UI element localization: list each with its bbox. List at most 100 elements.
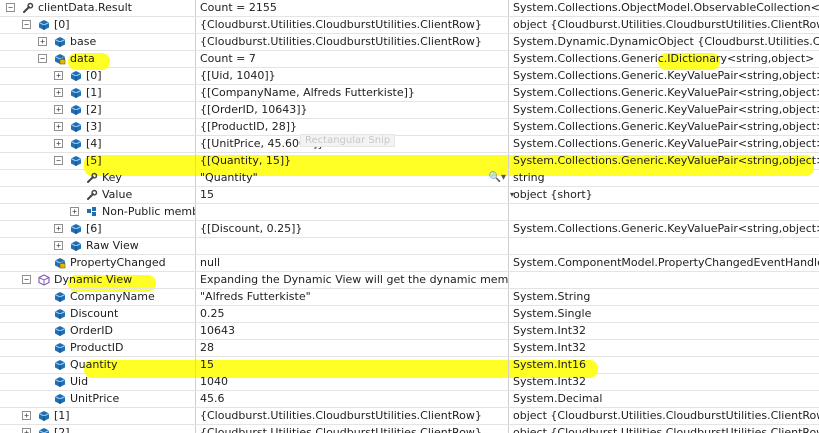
row-name: OrderID bbox=[70, 324, 113, 337]
row-name: [2] bbox=[54, 426, 70, 433]
table-row[interactable]: + [1] {[CompanyName, Alfreds Futterkiste]}… bbox=[0, 85, 819, 102]
collapse-icon[interactable]: − bbox=[22, 20, 31, 29]
table-row[interactable]: + [0] {[Uid, 1040]} System.Collections.Gene… bbox=[0, 68, 819, 85]
value-cell[interactable]: 45.6 bbox=[197, 391, 509, 407]
table-row[interactable]: − clientData.Result Count = 2155 System.Col… bbox=[0, 0, 819, 17]
expand-icon[interactable]: + bbox=[22, 411, 31, 420]
table-row[interactable]: + [2] {[OrderID, 10643]} System.Collections… bbox=[0, 102, 819, 119]
value-cell[interactable]: {[ProductID, 28]} bbox=[197, 119, 509, 135]
name-cell: + [1] bbox=[0, 85, 196, 101]
type-cell: System.Int32 bbox=[510, 323, 819, 339]
table-row[interactable]: + [1] {Cloudburst.Utilities.CloudburstUtil… bbox=[0, 408, 819, 425]
expand-icon[interactable]: + bbox=[22, 428, 31, 433]
type-cell: System.Int16 bbox=[510, 357, 819, 373]
table-row[interactable]: + [3] {[ProductID, 28]} System.Collections.… bbox=[0, 119, 819, 136]
collapse-icon[interactable]: − bbox=[22, 275, 31, 284]
row-type: object {Cloudburst.Utilities.CloudburstU… bbox=[513, 426, 819, 433]
cube-icon bbox=[70, 70, 82, 82]
table-row[interactable]: − data Count = 7 System.Collections.Generic… bbox=[0, 51, 819, 68]
name-cell: PropertyChanged bbox=[0, 255, 196, 271]
name-cell: Key bbox=[0, 170, 196, 186]
table-row[interactable]: + [4] {[UnitPrice, 45.6000]} System.Collect… bbox=[0, 136, 819, 153]
table-row[interactable]: − [0] {Cloudburst.Utilities.CloudburstUtil… bbox=[0, 17, 819, 34]
value-cell[interactable]: Count = 2155 bbox=[197, 0, 509, 16]
snip-tool-label: Rectangular Snip bbox=[300, 134, 396, 147]
table-row[interactable]: + [2] {Cloudburst.Utilities.CloudburstUtil… bbox=[0, 425, 819, 433]
name-cell: Quantity bbox=[0, 357, 196, 373]
collapse-icon[interactable]: − bbox=[54, 156, 63, 165]
row-type: System.Int32 bbox=[513, 375, 587, 388]
value-cell[interactable] bbox=[197, 204, 509, 220]
value-cell[interactable]: {Cloudburst.Utilities.CloudburstUtilitie… bbox=[197, 408, 509, 424]
cube-icon bbox=[70, 240, 82, 252]
cube-icon bbox=[54, 376, 66, 388]
row-name: [1] bbox=[54, 409, 70, 422]
value-cell[interactable]: {Cloudburst.Utilities.CloudburstUtilitie… bbox=[197, 17, 509, 33]
table-row[interactable]: UnitPrice 45.6 System.Decimal bbox=[0, 391, 819, 408]
table-row[interactable]: PropertyChanged null System.ComponentModel… bbox=[0, 255, 819, 272]
expand-icon[interactable]: + bbox=[54, 88, 63, 97]
expand-icon[interactable]: + bbox=[54, 122, 63, 131]
table-row[interactable]: + [6] {[Discount, 0.25]} System.Collections… bbox=[0, 221, 819, 238]
value-cell[interactable]: {[Discount, 0.25]} bbox=[197, 221, 509, 237]
table-row[interactable]: Discount 0.25 System.Single bbox=[0, 306, 819, 323]
expand-icon[interactable]: + bbox=[54, 224, 63, 233]
expand-icon[interactable]: + bbox=[54, 241, 63, 250]
value-cell[interactable]: Count = 7 bbox=[197, 51, 509, 67]
value-cell[interactable]: {Cloudburst.Utilities.CloudburstUtilitie… bbox=[197, 425, 509, 433]
value-cell[interactable]: {[Uid, 1040]} bbox=[197, 68, 509, 84]
value-cell[interactable]: 28 bbox=[197, 340, 509, 356]
value-cell[interactable]: {[CompanyName, Alfreds Futterkiste]} bbox=[197, 85, 509, 101]
value-cell[interactable]: 1040 bbox=[197, 374, 509, 390]
type-cell: System.Collections.Generic.KeyValuePair<… bbox=[510, 102, 819, 118]
value-cell[interactable]: Expanding the Dynamic View will get the … bbox=[197, 272, 509, 288]
value-cell[interactable]: {[Quantity, 15]} bbox=[197, 153, 509, 169]
expand-icon[interactable]: + bbox=[70, 207, 79, 216]
table-row[interactable]: + Raw View bbox=[0, 238, 819, 255]
row-type: System.String bbox=[513, 290, 591, 303]
table-row[interactable]: + base {Cloudburst.Utilities.CloudburstUti… bbox=[0, 34, 819, 51]
table-row[interactable]: + Non-Public members bbox=[0, 204, 819, 221]
table-row[interactable]: Value 15 ▾ object {short} bbox=[0, 187, 819, 204]
row-type: System.Collections.Generic.KeyValuePair<… bbox=[513, 222, 819, 235]
table-row[interactable]: ProductID 28 System.Int32 bbox=[0, 340, 819, 357]
value-cell[interactable] bbox=[197, 238, 509, 254]
expand-icon[interactable]: + bbox=[54, 139, 63, 148]
value-cell[interactable]: {[OrderID, 10643]} bbox=[197, 102, 509, 118]
value-cell[interactable]: 10643 bbox=[197, 323, 509, 339]
row-name: PropertyChanged bbox=[70, 256, 166, 269]
wrench-icon bbox=[22, 2, 34, 14]
value-cell[interactable]: {Cloudburst.Utilities.CloudburstUtilitie… bbox=[197, 34, 509, 50]
row-value: "Quantity" bbox=[200, 171, 258, 184]
table-row[interactable]: Uid 1040 System.Int32 bbox=[0, 374, 819, 391]
value-cell[interactable]: "Alfreds Futterkiste" bbox=[197, 289, 509, 305]
type-cell: System.Collections.Generic.KeyValuePair<… bbox=[510, 119, 819, 135]
table-row[interactable]: CompanyName "Alfreds Futterkiste" System.S… bbox=[0, 289, 819, 306]
chevron-down-icon[interactable]: ▾ bbox=[510, 187, 514, 203]
row-value: 15 bbox=[200, 188, 214, 201]
collapse-icon[interactable]: − bbox=[38, 54, 47, 63]
collapse-icon[interactable]: − bbox=[6, 3, 15, 12]
type-cell: System.Collections.Generic.KeyValuePair<… bbox=[510, 85, 819, 101]
value-cell[interactable]: "Quantity" 🔍▾ bbox=[197, 170, 509, 186]
table-row[interactable]: − [5] {[Quantity, 15]} System.Collections.G… bbox=[0, 153, 819, 170]
row-value: 0.25 bbox=[200, 307, 225, 320]
table-row[interactable]: − Dynamic View Expanding the Dynamic View … bbox=[0, 272, 819, 289]
value-cell[interactable]: null bbox=[197, 255, 509, 271]
value-cell[interactable]: 0.25 bbox=[197, 306, 509, 322]
table-row[interactable]: Key "Quantity" 🔍▾ string bbox=[0, 170, 819, 187]
row-type: System.Int32 bbox=[513, 341, 587, 354]
cube-icon bbox=[38, 19, 50, 31]
value-cell[interactable]: 15 bbox=[197, 357, 509, 373]
visualizer-icon[interactable]: 🔍▾ bbox=[489, 170, 506, 186]
expand-icon[interactable]: + bbox=[54, 71, 63, 80]
value-cell[interactable]: 15 bbox=[197, 187, 509, 203]
table-row[interactable]: OrderID 10643 System.Int32 bbox=[0, 323, 819, 340]
expand-icon[interactable]: + bbox=[54, 105, 63, 114]
type-cell: System.Int32 bbox=[510, 374, 819, 390]
row-type: object {Cloudburst.Utilities.CloudburstU… bbox=[513, 409, 819, 422]
type-cell: System.ComponentModel.PropertyChangedEve… bbox=[510, 255, 819, 271]
expand-icon[interactable]: + bbox=[38, 37, 47, 46]
row-name: Discount bbox=[70, 307, 119, 320]
table-row[interactable]: Quantity 15 System.Int16 bbox=[0, 357, 819, 374]
